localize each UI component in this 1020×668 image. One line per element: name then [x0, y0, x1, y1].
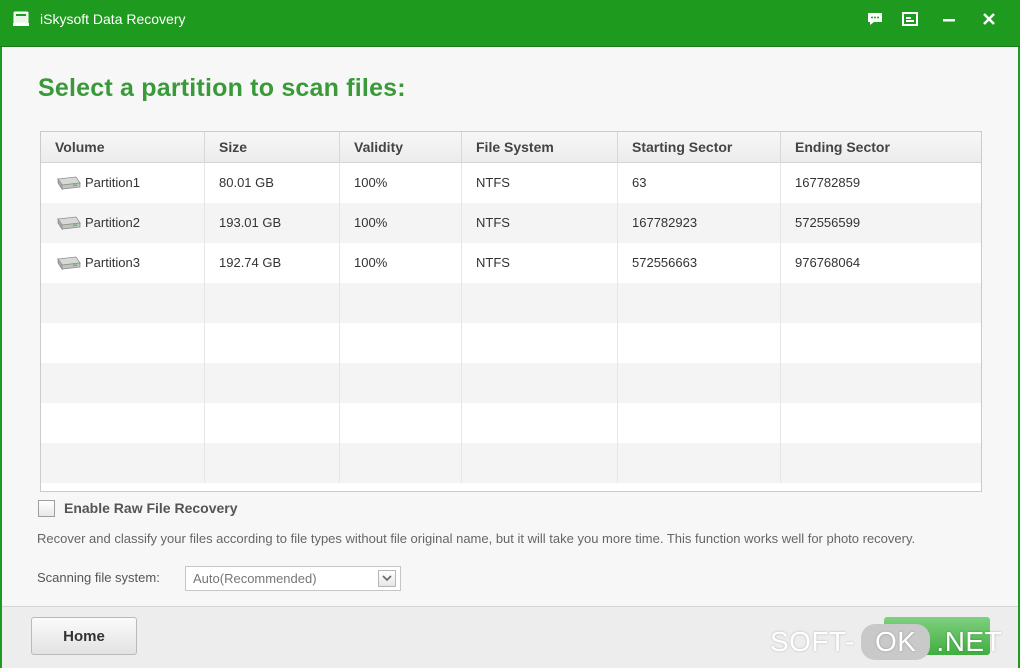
- ending-sector-cell: 572556599: [795, 215, 861, 230]
- volume-cell: Partition1: [41, 163, 205, 203]
- column-header-size[interactable]: Size: [205, 132, 340, 163]
- column-header-starting-sector[interactable]: Starting Sector: [618, 132, 781, 163]
- watermark-left: SOFT-: [770, 626, 855, 657]
- empty-row: [41, 323, 981, 363]
- volume-cell: Partition3: [41, 243, 205, 283]
- empty-row: [41, 443, 981, 483]
- home-button[interactable]: Home: [31, 617, 137, 655]
- hard-drive-icon: [57, 256, 81, 271]
- size-cell: 193.01 GB: [205, 203, 340, 243]
- file-system-cell: NTFS: [462, 243, 618, 283]
- volume-name: Partition2: [85, 215, 140, 230]
- register-icon: [902, 12, 918, 26]
- raw-recovery-label[interactable]: Enable Raw File Recovery: [64, 500, 238, 516]
- raw-recovery-checkbox[interactable]: [38, 500, 55, 517]
- empty-row: [41, 283, 981, 323]
- feedback-button[interactable]: [864, 8, 886, 30]
- close-button[interactable]: [978, 8, 1000, 30]
- table-row[interactable]: Partition2 193.01 GB 100% NTFS 167782923…: [41, 203, 981, 243]
- starting-sector-cell: 572556663: [618, 243, 781, 283]
- watermark-mid: OK: [860, 624, 931, 660]
- column-header-validity[interactable]: Validity: [340, 132, 462, 163]
- file-system-cell: NTFS: [462, 203, 618, 243]
- ending-sector-cell: 167782859: [795, 175, 861, 190]
- dropdown-button[interactable]: [378, 570, 396, 587]
- empty-row: [41, 403, 981, 443]
- window-title: iSkysoft Data Recovery: [40, 11, 186, 27]
- validity-cell: 100%: [340, 243, 462, 283]
- watermark-right: .NET: [936, 626, 1003, 657]
- chevron-down-icon: [382, 575, 392, 582]
- register-button[interactable]: [899, 8, 921, 30]
- close-icon: [983, 13, 995, 25]
- column-header-volume[interactable]: Volume: [41, 132, 205, 163]
- minimize-icon: [943, 19, 955, 22]
- raw-recovery-description: Recover and classify your files accordin…: [37, 531, 916, 546]
- scan-file-system-label: Scanning file system:: [37, 570, 160, 585]
- drive-icon: [13, 11, 29, 26]
- hard-drive-icon: [57, 176, 81, 191]
- minimize-button[interactable]: [938, 8, 960, 30]
- title-bar: iSkysoft Data Recovery: [0, 0, 1020, 47]
- starting-sector-cell: 63: [618, 163, 781, 203]
- starting-sector-cell: 167782923: [618, 203, 781, 243]
- watermark: SOFT- OK .NET: [770, 620, 1002, 664]
- volume-cell: Partition2: [41, 203, 205, 243]
- scan-file-system-value: Auto(Recommended): [193, 571, 317, 586]
- table-header: Volume Size Validity File System Startin…: [41, 132, 981, 163]
- hard-drive-icon: [57, 216, 81, 231]
- table-row[interactable]: Partition1 80.01 GB 100% NTFS 63 1677828…: [41, 163, 981, 203]
- size-cell: 192.74 GB: [205, 243, 340, 283]
- file-system-cell: NTFS: [462, 163, 618, 203]
- validity-cell: 100%: [340, 163, 462, 203]
- volume-name: Partition1: [85, 175, 140, 190]
- empty-row: [41, 363, 981, 403]
- size-cell: 80.01 GB: [205, 163, 340, 203]
- partition-table: Volume Size Validity File System Startin…: [40, 131, 982, 492]
- feedback-icon: [868, 13, 882, 25]
- column-header-file-system[interactable]: File System: [462, 132, 618, 163]
- volume-name: Partition3: [85, 255, 140, 270]
- scan-file-system-select[interactable]: Auto(Recommended): [185, 566, 401, 591]
- table-row[interactable]: Partition3 192.74 GB 100% NTFS 572556663…: [41, 243, 981, 283]
- page-title: Select a partition to scan files:: [38, 74, 406, 102]
- validity-cell: 100%: [340, 203, 462, 243]
- ending-sector-cell: 976768064: [795, 255, 861, 270]
- column-header-ending-sector[interactable]: Ending Sector: [781, 132, 981, 163]
